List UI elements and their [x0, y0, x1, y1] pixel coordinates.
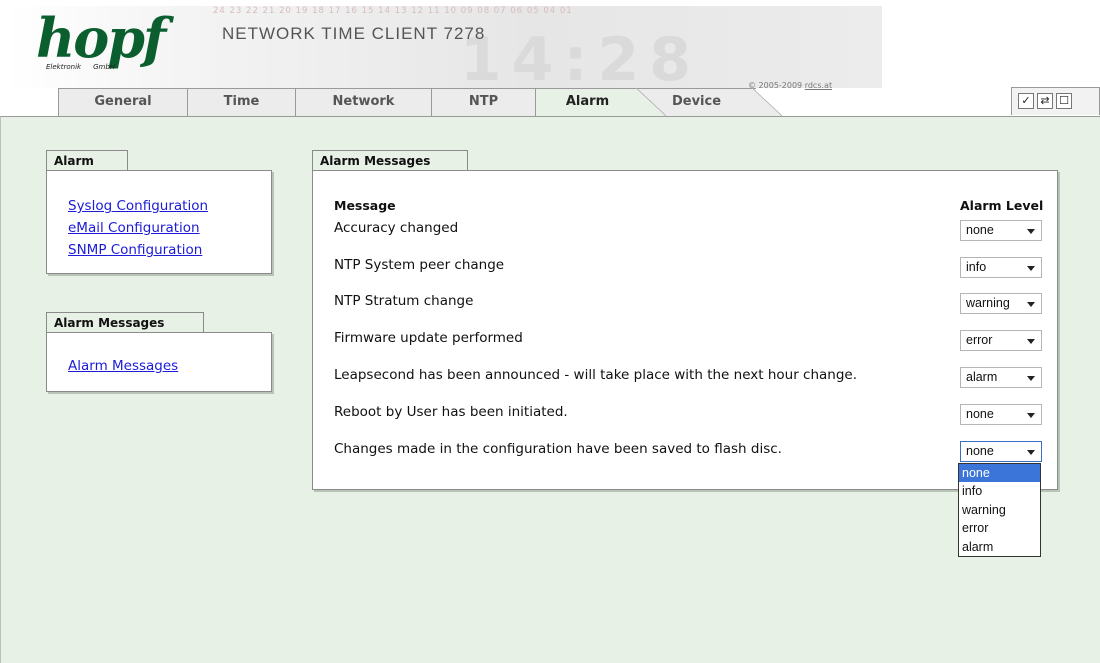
alarm-level-select-firmware[interactable]: error [960, 330, 1042, 351]
alarm-level-dropdown-list: none info warning error alarm [958, 463, 1041, 557]
chevron-down-icon [1027, 339, 1035, 344]
tab-time[interactable]: Time [187, 88, 296, 116]
tab-device-edge [752, 88, 782, 116]
alarm-level-select-accuracy[interactable]: none [960, 220, 1042, 241]
logo: hopf [36, 6, 166, 70]
select-value: info [966, 260, 987, 274]
tab-alarm-edge [636, 88, 666, 116]
message-ntp-peer-change: NTP System peer change [334, 257, 505, 273]
messages-panel: Alarm Messages [46, 332, 272, 392]
chevron-down-icon [1027, 266, 1035, 271]
select-value: none [966, 223, 994, 237]
dropdown-option-alarm[interactable]: alarm [959, 538, 1040, 556]
chevron-down-icon [1027, 229, 1035, 234]
banner-clock: 14:28 [460, 25, 701, 95]
select-value: error [966, 333, 993, 347]
link-snmp-configuration[interactable]: SNMP Configuration [68, 242, 202, 258]
logo-sub-right: GmbH [93, 63, 116, 71]
chevron-down-icon [1027, 450, 1035, 455]
alarm-level-select-reboot[interactable]: none [960, 404, 1042, 425]
tab-ntp[interactable]: NTP [431, 88, 536, 116]
digit-strip: 24 23 22 21 20 19 18 17 16 15 14 13 12 1… [213, 6, 573, 16]
chevron-down-icon [1027, 413, 1035, 418]
logo-subtitle: Elektronik GmbH [46, 63, 115, 71]
select-value: none [966, 444, 994, 458]
header: 24 23 22 21 20 19 18 17 16 15 14 13 12 1… [0, 0, 1100, 117]
dropdown-option-warning[interactable]: warning [959, 501, 1040, 519]
square-icon[interactable]: ☐ [1056, 93, 1072, 109]
link-syslog-configuration[interactable]: Syslog Configuration [68, 198, 208, 214]
message-reboot: Reboot by User has been initiated. [334, 404, 568, 420]
messages-panel-title: Alarm Messages [46, 312, 204, 333]
column-header-message: Message [334, 198, 396, 213]
refresh-icon[interactable]: ⇄ [1037, 93, 1053, 109]
tab-network[interactable]: Network [295, 88, 432, 116]
alarm-level-select-leapsecond[interactable]: alarm [960, 367, 1042, 388]
alarm-level-select-config-saved[interactable]: none [960, 441, 1042, 462]
link-alarm-messages[interactable]: Alarm Messages [68, 358, 178, 374]
product-title: NETWORK TIME CLIENT 7278 [222, 24, 486, 43]
message-accuracy-changed: Accuracy changed [334, 220, 459, 236]
tab-alarm[interactable]: Alarm [535, 88, 639, 117]
check-icon[interactable]: ✓ [1018, 93, 1034, 109]
tab-bar: General Time Network NTP Device Alarm [0, 88, 1100, 117]
tab-general[interactable]: General [58, 88, 188, 116]
message-ntp-stratum-change: NTP Stratum change [334, 293, 474, 309]
alarm-panel-title: Alarm [46, 150, 128, 171]
logo-sub-left: Elektronik [46, 63, 82, 71]
dropdown-option-error[interactable]: error [959, 519, 1040, 537]
toolbar: ✓ ⇄ ☐ [1011, 87, 1100, 115]
chevron-down-icon [1027, 302, 1035, 307]
dropdown-option-none[interactable]: none [959, 464, 1040, 483]
select-value: warning [966, 296, 1010, 310]
main-panel-title: Alarm Messages [312, 150, 468, 171]
chevron-down-icon [1027, 376, 1035, 381]
alarm-level-select-stratum[interactable]: warning [960, 293, 1042, 314]
link-email-configuration[interactable]: eMail Configuration [68, 220, 200, 236]
message-config-saved: Changes made in the configuration have b… [334, 441, 782, 457]
alarm-level-select-peer-change[interactable]: info [960, 257, 1042, 278]
select-value: none [966, 407, 994, 421]
alarm-messages-panel: Message Alarm Level Accuracy changed non… [312, 170, 1058, 490]
select-value: alarm [966, 370, 998, 384]
dropdown-option-info[interactable]: info [959, 482, 1040, 500]
message-leapsecond: Leapsecond has been announced - will tak… [334, 367, 858, 383]
message-firmware-update: Firmware update performed [334, 330, 523, 346]
alarm-panel: Syslog Configuration eMail Configuration… [46, 170, 272, 274]
column-header-alarm-level: Alarm Level [960, 198, 1044, 213]
